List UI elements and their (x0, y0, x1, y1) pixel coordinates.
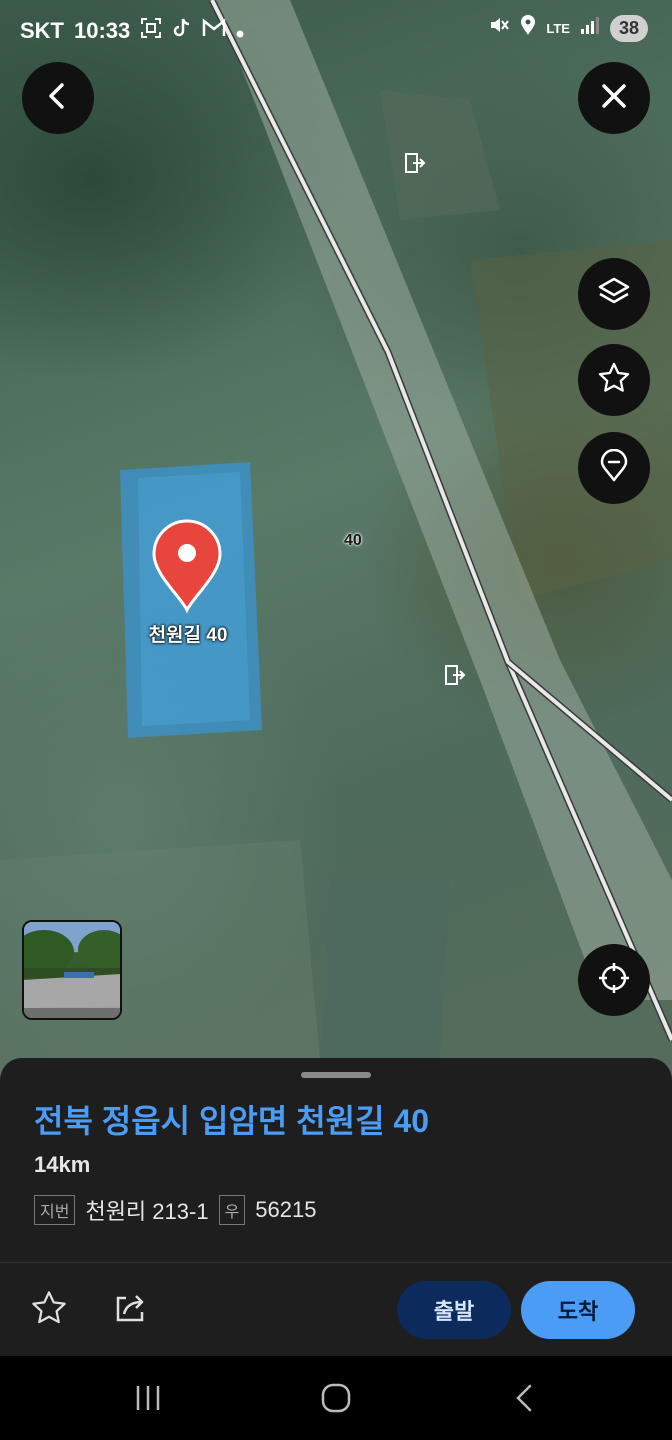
road-number-label: 40 (344, 532, 362, 549)
favorite-map-button[interactable] (578, 344, 650, 416)
close-button[interactable] (578, 62, 650, 134)
arrive-button[interactable]: 도착 (521, 1281, 635, 1339)
address-title: 전북 정읍시 입암면 천원길 40 (34, 1103, 429, 1139)
address-details-row: 지번 천원리 213-1 우 56215 (34, 1194, 316, 1226)
tiktok-icon (172, 17, 192, 45)
system-back-button[interactable] (504, 1380, 544, 1420)
back-button[interactable] (22, 62, 94, 134)
place-info-sheet[interactable]: 전북 정읍시 입암면 천원길 40 14km 지번 천원리 213-1 우 56… (0, 1058, 672, 1262)
map-terrain (0, 0, 672, 1080)
postal-tag: 우 (218, 1195, 246, 1225)
star-icon (597, 361, 631, 400)
marker-button[interactable] (578, 432, 650, 504)
system-nav-bar (0, 1356, 672, 1440)
location-pin-icon[interactable] (150, 518, 224, 614)
satellite-map[interactable]: 40 천원길 40 (0, 0, 672, 1080)
current-location-button[interactable] (578, 944, 650, 1016)
recent-apps-button[interactable] (128, 1380, 168, 1420)
depart-button[interactable]: 출발 (397, 1281, 511, 1339)
mute-icon (488, 14, 510, 42)
favorite-button[interactable] (27, 1288, 71, 1332)
layers-icon (597, 275, 631, 314)
sheet-drag-handle[interactable] (301, 1072, 371, 1078)
share-button[interactable] (108, 1288, 152, 1332)
home-icon (321, 1383, 351, 1418)
postal-code: 56215 (255, 1197, 317, 1222)
scan-icon (140, 17, 162, 45)
action-bar: 출발 도착 (0, 1262, 672, 1357)
entrance-icon[interactable] (444, 664, 466, 686)
star-icon (30, 1289, 68, 1332)
clock: 10:33 (74, 18, 131, 43)
status-bar: SKT 10:33 LTE 38 (0, 0, 672, 60)
crosshair-icon (597, 961, 631, 1000)
marker-icon (597, 448, 631, 488)
pin-label: 천원길 40 (148, 625, 228, 646)
notification-dot-icon (236, 18, 244, 44)
close-icon (599, 81, 629, 116)
home-button[interactable] (316, 1380, 356, 1420)
share-icon (112, 1290, 148, 1331)
signal-icon (580, 15, 600, 41)
distance-label: 14km (34, 1152, 91, 1177)
layers-button[interactable] (578, 258, 650, 330)
lot-number: 천원리 213-1 (85, 1199, 209, 1224)
gmail-icon (202, 18, 226, 44)
chevron-left-icon (43, 81, 73, 116)
network-type-label: LTE (546, 20, 570, 36)
recent-apps-icon (133, 1384, 163, 1417)
battery-indicator: 38 (609, 14, 648, 42)
carrier-label: SKT (20, 18, 64, 43)
chevron-left-icon (512, 1383, 536, 1418)
lot-tag: 지번 (34, 1195, 76, 1225)
street-view-thumbnail[interactable] (22, 920, 122, 1020)
entrance-icon[interactable] (404, 152, 426, 174)
location-icon (520, 14, 536, 42)
